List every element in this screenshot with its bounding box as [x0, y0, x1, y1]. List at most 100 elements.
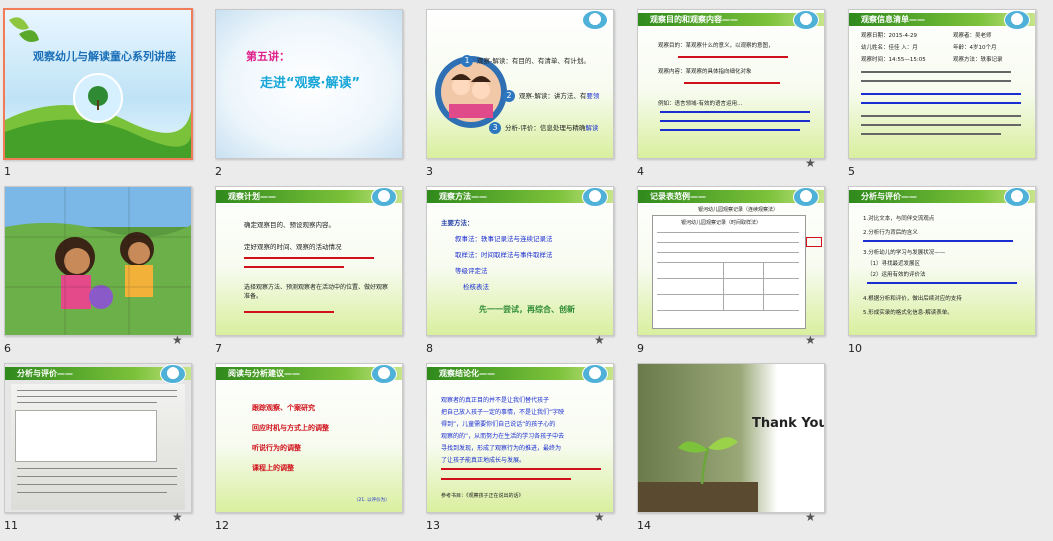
text-line [17, 476, 177, 477]
slide-thumb-10[interactable]: 分析与评价—— 1.对比文本，与同伴交流观点 2.分析行为背后的含义 3.分析幼… [844, 182, 1042, 358]
slide-number: 1 [4, 165, 11, 178]
line-3: 幼儿姓名：佳佳 入：月 [861, 45, 918, 51]
item-2-link: 要领 [586, 92, 600, 100]
red-text-line [441, 468, 601, 470]
slide-thumb-3[interactable]: 1 观察-解读：有目的、有清单、有计划。 2 观察-解读：讲方法、有要领 3 分… [422, 5, 620, 181]
line-4: 观察的的”，从而努力在生活的学习各孩子中去 [441, 433, 565, 440]
animation-star-icon[interactable]: ★ [805, 510, 816, 524]
text-line [17, 484, 177, 485]
slide-header: 观察信息清单—— [861, 15, 925, 24]
line-7: 5.形成实录的格式化信息-解读表单。 [863, 310, 953, 316]
slide-canvas: 阅读与分析建议—— 跟踪观察、个案研究 回应时机与方式上的调整 听说行为的调整 … [215, 363, 403, 513]
seedling-photo [638, 364, 824, 512]
blue-text-line [660, 111, 810, 113]
logo-icon [582, 364, 608, 384]
slide-header: 观察方法—— [439, 192, 487, 201]
blue-text-line [861, 102, 1021, 104]
line-1: 跟踪观察、个案研究 [252, 404, 315, 412]
slide-thumb-1[interactable]: 观察幼儿与解读童心系列讲座 1 [0, 5, 198, 181]
slide-thumb-7[interactable]: 观察计划—— 确定观察目的、预设观察内容。 定好观察的时间、观察的活动情况 选择… [211, 182, 409, 358]
text-line [861, 124, 1021, 126]
line-2: 定好观察的时间、观察的活动情况 [244, 243, 342, 251]
footer: 参考书目：《观察孩子正在说出的话》 [441, 493, 524, 499]
line-2: 观察者：吴老师 [953, 33, 992, 39]
line-4: 检核表法 [463, 283, 489, 291]
table-rule [657, 294, 799, 295]
line-5: 寻找到发现，形成了观察行为的推进，最终为 [441, 445, 562, 452]
line-3: 例如：语言领域-有效的语言运用… [658, 101, 743, 107]
lead: 主要方法： [441, 219, 474, 227]
red-text-line [684, 82, 780, 84]
slide-thumb-14[interactable]: Thank You! ★ 14 [633, 359, 831, 535]
badge-1: 1 [461, 55, 473, 67]
slide-number: 2 [215, 165, 222, 178]
line-5: （2）运用有效的评价法 [867, 272, 926, 278]
animation-star-icon[interactable]: ★ [172, 510, 183, 524]
animation-star-icon[interactable]: ★ [594, 510, 605, 524]
logo-icon [1004, 187, 1030, 207]
slide-number: 6 [4, 342, 11, 355]
slide-thumb-8[interactable]: 观察方法—— 主要方法： 叙事法：轶事记录法与连续记录法 取样法：时间取样法与事… [422, 182, 620, 358]
line-4: （1）寻找最近发展区 [867, 261, 920, 267]
logo-icon [1004, 10, 1030, 30]
text-line [17, 468, 177, 469]
line-4: 课程上的调整 [252, 464, 294, 472]
blue-text-line [660, 129, 800, 131]
item-3-link: 解读 [585, 124, 599, 132]
table-rule [657, 262, 799, 263]
line-3: 得到”，儿童需要你们自己说话“的孩子心的 [441, 421, 556, 428]
line-4: 年龄：4岁10个月 [953, 45, 997, 51]
slide-canvas: 观察结论化—— 观察者的真正目的并不是让我们替代孩子 把自己放入孩子一定的事情，… [426, 363, 614, 513]
item-3-text: 分析-评价：信息处理与精确 [505, 124, 586, 132]
slide-canvas: 观察幼儿与解读童心系列讲座 [3, 8, 193, 160]
line-6: 观察方法：轶事记录 [953, 57, 1003, 63]
slide-thumb-12[interactable]: 阅读与分析建议—— 跟踪观察、个案研究 回应时机与方式上的调整 听说行为的调整 … [211, 359, 409, 535]
slide-header: 分析与评价—— [861, 192, 917, 201]
animation-star-icon[interactable]: ★ [172, 333, 183, 347]
slide-thumb-13[interactable]: 观察结论化—— 观察者的真正目的并不是让我们替代孩子 把自己放入孩子一定的事情，… [422, 359, 620, 535]
animation-star-icon[interactable]: ★ [805, 333, 816, 347]
text-line [861, 115, 1021, 117]
slide-number: 4 [637, 165, 644, 178]
table-rule [657, 252, 799, 253]
slide-canvas: 观察方法—— 主要方法： 叙事法：轶事记录法与连续记录法 取样法：时间取样法与事… [426, 186, 614, 336]
slide-thumb-6[interactable]: ★ 6 [0, 182, 198, 358]
logo-icon [160, 364, 186, 384]
text-line [861, 71, 1011, 73]
logo-icon [793, 187, 819, 207]
item-3: 分析-评价：信息处理与精确解读 [505, 124, 598, 133]
slide-number: 7 [215, 342, 222, 355]
slide-canvas: 第五讲： 走进“观察·解读” [215, 9, 403, 159]
text-line [861, 80, 1011, 82]
slide-thumb-11[interactable]: 分析与评价—— ★ 11 [0, 359, 198, 535]
slide-thumb-2[interactable]: 第五讲： 走进“观察·解读” 2 [211, 5, 409, 181]
slide-thumb-9[interactable]: 记录表范例—— 银河幼儿园观察记录（连续观察法） 银河幼儿园观察记录（时间取样法… [633, 182, 831, 358]
slide-canvas: Thank You! [637, 363, 825, 513]
blue-text-line [660, 120, 810, 122]
red-text-line [244, 311, 334, 313]
text-line [17, 492, 167, 493]
slide-number: 14 [637, 519, 651, 532]
footer: （21. 以评价为） [354, 498, 390, 503]
red-text-line [244, 257, 374, 259]
slide-number: 5 [848, 165, 855, 178]
animation-star-icon[interactable]: ★ [805, 156, 816, 170]
slide-thumb-4[interactable]: 观察目的和观察内容—— 观察目的：某观察什么的意义，以观察的意图， 观察内容：某… [633, 5, 831, 181]
item-2-text: 观察-解读：讲方法、有 [519, 92, 587, 100]
slide-thumb-5[interactable]: 观察信息清单—— 观察日期：2015-4-29 观察者：吴老师 幼儿姓名：佳佳 … [844, 5, 1042, 181]
animation-star-icon[interactable]: ★ [594, 333, 605, 347]
text-line [861, 133, 1001, 135]
text-line [17, 396, 177, 397]
line-6: 了让孩子能真正地成长与发展。 [441, 457, 526, 464]
blue-text-line [863, 240, 1013, 242]
line-1: 观察目的：某观察什么的意义，以观察的意图， [658, 43, 774, 49]
line-3: 3.分析幼儿的学习与发展状况—— [863, 250, 946, 256]
line-2: 回应时机与方式上的调整 [252, 424, 329, 432]
slide-number: 9 [637, 342, 644, 355]
slide-canvas: 观察计划—— 确定观察目的、预设观察内容。 定好观察的时间、观察的活动情况 选择… [215, 186, 403, 336]
text-line [17, 390, 177, 391]
slide-number: 12 [215, 519, 229, 532]
slide-number: 10 [848, 342, 862, 355]
logo-icon [371, 187, 397, 207]
slide-header: 观察目的和观察内容—— [650, 15, 738, 24]
